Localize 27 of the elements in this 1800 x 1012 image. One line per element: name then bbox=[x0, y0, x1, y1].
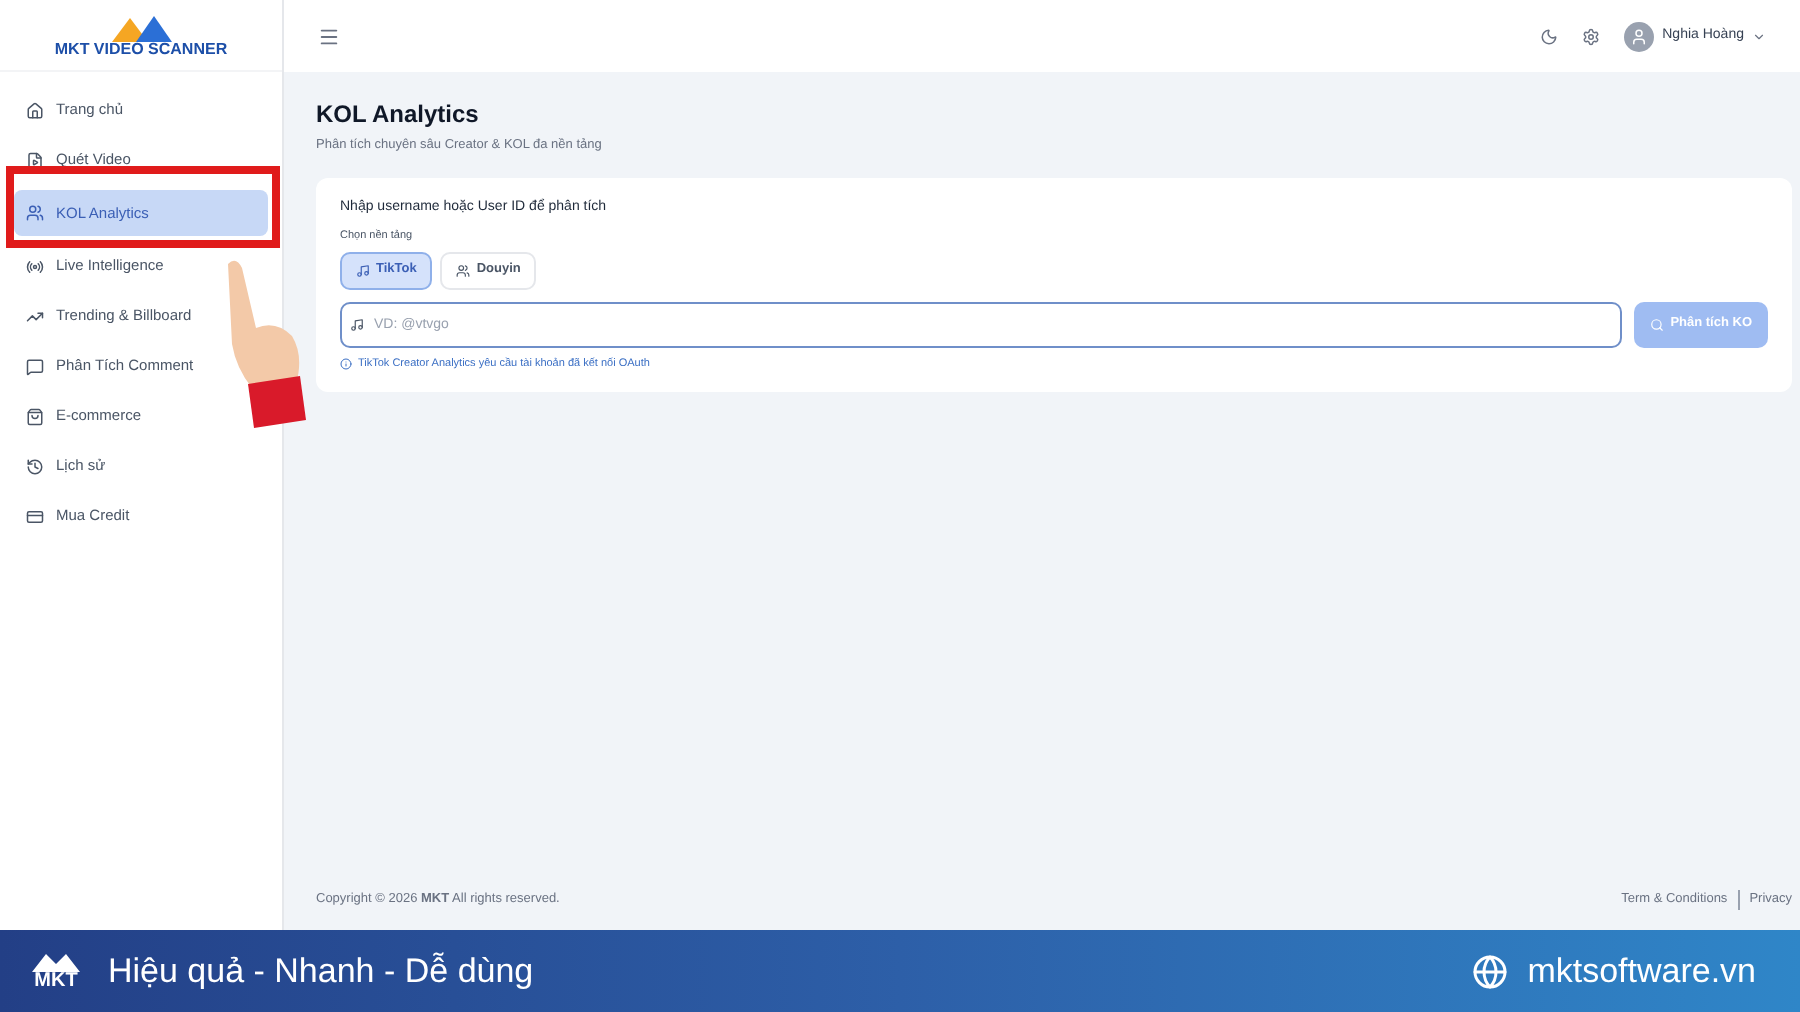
banner-logo-text: MKT bbox=[34, 971, 78, 991]
trend-icon bbox=[26, 307, 44, 325]
chevron-icon[interactable] bbox=[1752, 29, 1766, 43]
music-note-icon bbox=[356, 263, 370, 277]
settings-icon[interactable] bbox=[1582, 27, 1601, 45]
avatar[interactable] bbox=[1624, 21, 1655, 51]
page-title: KOL Analytics bbox=[316, 98, 481, 132]
website-text: mktsoftware.vn bbox=[1527, 949, 1756, 994]
people-icon bbox=[26, 204, 44, 222]
bag-icon bbox=[26, 407, 44, 425]
home-icon bbox=[26, 101, 44, 119]
logo-text: MKT VIDEO SCANNER bbox=[54, 41, 228, 57]
card-icon bbox=[26, 507, 44, 525]
logo-icon bbox=[107, 13, 175, 41]
broadcast-icon bbox=[26, 257, 44, 275]
people-icon bbox=[456, 263, 471, 277]
music-note-icon bbox=[350, 317, 364, 331]
info-icon bbox=[340, 357, 352, 370]
menu-icon[interactable] bbox=[318, 25, 340, 47]
slogan: Hiệu quả - Nhanh - Dễ dùng bbox=[108, 949, 534, 994]
document-icon bbox=[26, 151, 44, 169]
history-icon bbox=[26, 457, 44, 475]
search-icon bbox=[1650, 317, 1665, 331]
comment-icon bbox=[26, 357, 44, 375]
globe-icon bbox=[1471, 953, 1508, 989]
logo-icon bbox=[32, 951, 80, 971]
moon-icon[interactable] bbox=[1540, 27, 1559, 45]
